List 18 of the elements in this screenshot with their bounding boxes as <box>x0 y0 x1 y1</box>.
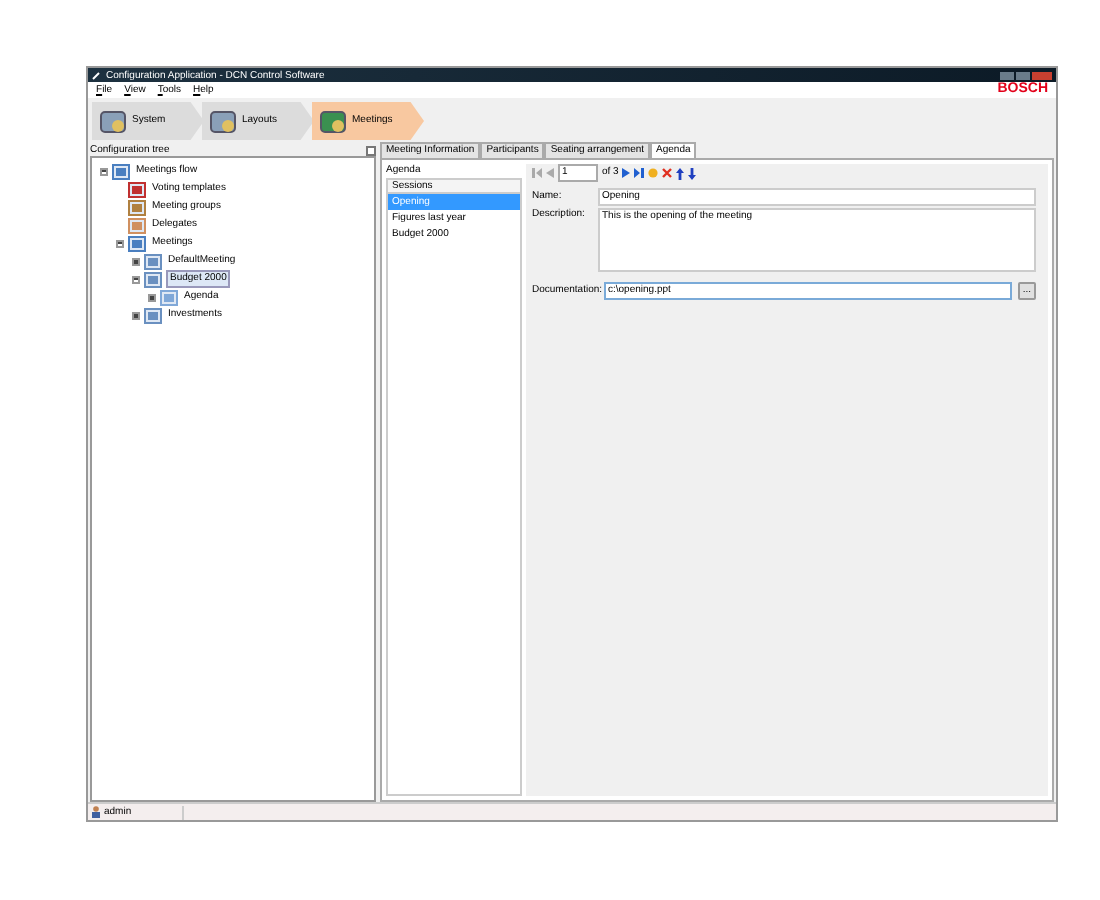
step-icon <box>100 109 126 133</box>
expand-icon[interactable] <box>148 293 156 301</box>
move-down-icon[interactable] <box>688 167 697 179</box>
maximize-button[interactable] <box>1016 71 1030 79</box>
delete-icon[interactable] <box>662 168 673 178</box>
step-icon <box>320 109 346 133</box>
close-button[interactable] <box>1032 71 1052 79</box>
next-record-icon[interactable] <box>622 168 631 178</box>
collapse-icon[interactable] <box>116 239 124 247</box>
step-icon <box>210 109 236 133</box>
collapse-icon[interactable] <box>132 275 140 283</box>
expand-icon[interactable] <box>132 311 140 319</box>
collapse-icon[interactable] <box>100 167 108 175</box>
last-record-icon[interactable] <box>634 168 645 178</box>
expand-icon[interactable] <box>132 257 140 265</box>
minimize-button[interactable] <box>1000 71 1014 79</box>
move-up-icon[interactable] <box>676 167 685 179</box>
user-icon <box>92 806 100 818</box>
